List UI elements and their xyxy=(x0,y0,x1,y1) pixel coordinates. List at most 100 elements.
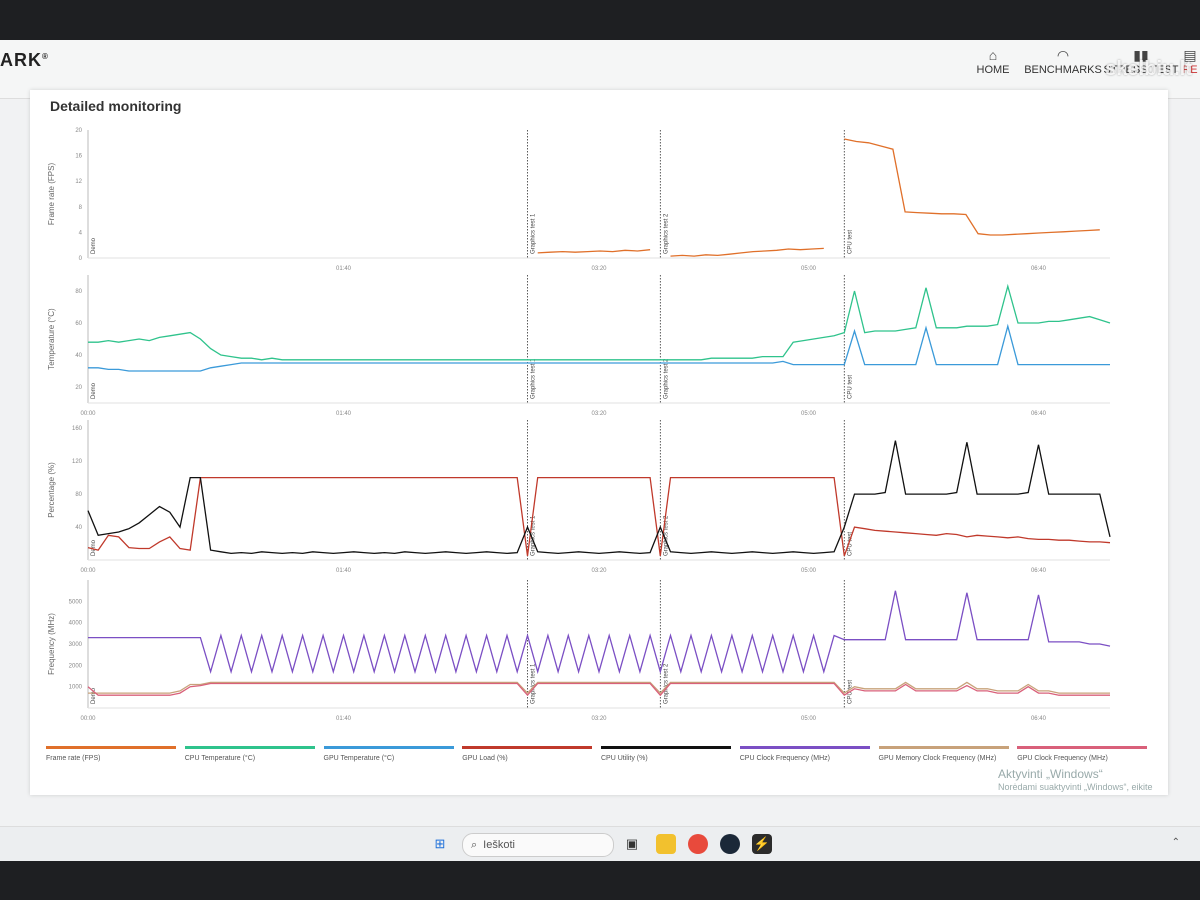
test-marker-label: Graphics test 1 xyxy=(530,663,536,704)
y-tick-label: 4000 xyxy=(69,621,83,627)
x-tick-label: 03:20 xyxy=(591,266,607,272)
search-icon: ⌕ xyxy=(471,838,478,851)
y-tick-label: 60 xyxy=(75,321,82,327)
y-axis-label: Temperature (°C) xyxy=(47,308,56,370)
x-tick-label: 00:00 xyxy=(80,411,96,417)
y-tick-label: 160 xyxy=(72,426,83,432)
chart-legend: Frame rate (FPS) CPU Temperature (°C) GPU … xyxy=(46,746,1156,786)
test-marker-label: Graphics test 1 xyxy=(530,358,536,399)
test-marker-label: CPU test xyxy=(847,230,853,254)
legend-label: CPU Clock Frequency (MHz) xyxy=(739,755,830,762)
skelbiu-watermark: skelbiu.lt xyxy=(1105,58,1192,80)
cpu_temp-series-line xyxy=(88,283,1111,361)
y-tick-label: 1000 xyxy=(69,685,83,691)
x-tick-label: 03:20 xyxy=(591,716,607,722)
legend-label: GPU Clock Frequency (MHz) xyxy=(1017,755,1108,762)
windows-start-icon[interactable]: ⊞ xyxy=(430,834,450,854)
x-tick-label: 06:40 xyxy=(1031,411,1047,417)
y-tick-label: 40 xyxy=(75,353,82,359)
legend-label: GPU Load (%) xyxy=(462,755,508,762)
legend-item[interactable]: GPU Clock Frequency (MHz) xyxy=(1017,746,1148,762)
y-tick-label: 0 xyxy=(79,256,83,262)
test-marker-label: Graphics test 1 xyxy=(530,213,536,254)
y-tick-label: 120 xyxy=(72,459,83,465)
nav-home[interactable]: ⌂ HOME xyxy=(962,46,1024,76)
y-tick-label: 20 xyxy=(75,128,82,134)
gpu_temp-series-line xyxy=(88,323,1110,372)
legend-item[interactable]: CPU Clock Frequency (MHz) xyxy=(739,746,870,762)
taskbar-search[interactable]: ⌕ Ieškoti xyxy=(462,833,614,857)
brand-logo: ARK® xyxy=(0,50,49,70)
app-icon[interactable]: ⚡ xyxy=(752,834,772,854)
cpu_utility-series-line xyxy=(87,440,1111,555)
x-tick-label: 06:40 xyxy=(1031,266,1047,272)
legend-swatch xyxy=(462,746,593,749)
legend-item[interactable]: CPU Utility (%) xyxy=(601,746,731,762)
x-tick-label: 05:00 xyxy=(801,411,817,417)
y-axis-label: Frame rate (FPS) xyxy=(47,163,56,226)
legend-item[interactable]: CPU Temperature (°C) xyxy=(184,746,315,762)
home-icon: ⌂ xyxy=(988,47,998,63)
test-marker-label: Graphics test 2 xyxy=(663,213,669,254)
windows-taskbar: ⊞ ⌕ Ieškoti ▣ ⚡ ⌃ xyxy=(0,826,1200,861)
y-axis-label: Frequency (MHz) xyxy=(47,613,56,675)
legend-swatch xyxy=(878,746,1009,749)
y-tick-label: 2000 xyxy=(69,663,83,669)
legend-label: GPU Temperature (°C) xyxy=(323,755,395,762)
test-marker-label: Graphics test 2 xyxy=(663,663,669,704)
legend-item[interactable]: GPU Temperature (°C) xyxy=(323,746,454,762)
legend-item[interactable]: GPU Load (%) xyxy=(462,746,593,762)
legend-label: CPU Utility (%) xyxy=(601,755,648,762)
frame_rate-series-line xyxy=(844,138,1100,236)
test-marker-label: Demo xyxy=(91,237,97,254)
y-tick-label: 16 xyxy=(75,154,82,160)
system-tray-chevron-icon[interactable]: ⌃ xyxy=(1172,837,1180,848)
windows-activation-notice: Aktyvinti „Windows“ Norėdami suaktyvinti… xyxy=(998,767,1153,793)
legend-label: GPU Memory Clock Frequency (MHz) xyxy=(878,755,997,762)
x-tick-label: 01:40 xyxy=(336,266,352,272)
legend-item[interactable]: Frame rate (FPS) xyxy=(46,746,176,762)
x-tick-label: 05:00 xyxy=(801,568,817,574)
legend-swatch xyxy=(1017,746,1148,749)
legend-swatch xyxy=(739,746,870,749)
detailed-monitoring-panel: Detailed monitoring 0 4 8 12 16 20 Frame rate … xyxy=(30,90,1168,795)
y-tick-label: 80 xyxy=(75,289,82,295)
monitoring-charts: 0 4 8 12 16 20 Frame rate (FPS) 01:40 03:20 05:00… xyxy=(47,128,1111,722)
test-marker-label: Graphics test 2 xyxy=(663,358,669,399)
y-tick-label: 80 xyxy=(75,492,82,498)
x-tick-label: 01:40 xyxy=(336,716,352,722)
legend-label: CPU Temperature (°C) xyxy=(184,755,256,762)
steam-icon[interactable] xyxy=(720,834,740,854)
file-explorer-icon[interactable] xyxy=(656,834,676,854)
test-marker-label: CPU test xyxy=(847,375,853,399)
x-tick-label: 05:00 xyxy=(801,266,817,272)
y-tick-label: 4 xyxy=(79,230,83,236)
x-tick-label: 01:40 xyxy=(336,411,352,417)
nav-benchmarks[interactable]: ◠ BENCHMARKS xyxy=(1024,46,1102,76)
x-tick-label: 03:20 xyxy=(591,568,607,574)
x-tick-label: 00:00 xyxy=(80,568,96,574)
test-marker-label: Demo xyxy=(91,382,97,399)
frame_rate-series-line xyxy=(537,249,651,254)
monitor-screen: ARK® ⌂ HOME ◠ BENCHMARKS ▮▮ STRESS TEST … xyxy=(0,40,1200,861)
y-tick-label: 40 xyxy=(75,525,82,531)
test-marker-label: Demo xyxy=(91,539,97,556)
x-tick-label: 05:00 xyxy=(801,716,817,722)
frame_rate-series-line xyxy=(670,247,824,257)
x-tick-label: 03:20 xyxy=(591,411,607,417)
x-tick-label: 01:40 xyxy=(336,568,352,574)
task-view-icon[interactable]: ▣ xyxy=(622,834,642,854)
chrome-icon[interactable] xyxy=(688,834,708,854)
legend-swatch xyxy=(184,746,315,749)
y-tick-label: 3000 xyxy=(69,642,83,648)
legend-swatch xyxy=(323,746,454,749)
x-tick-label: 00:00 xyxy=(80,716,96,722)
y-tick-label: 20 xyxy=(75,385,82,391)
legend-swatch xyxy=(601,746,731,749)
y-axis-label: Percentage (%) xyxy=(47,462,56,518)
y-tick-label: 8 xyxy=(79,205,83,211)
legend-swatch xyxy=(46,746,176,749)
x-tick-label: 06:40 xyxy=(1031,568,1047,574)
y-tick-label: 12 xyxy=(75,179,82,185)
legend-item[interactable]: GPU Memory Clock Frequency (MHz) xyxy=(878,746,1009,762)
